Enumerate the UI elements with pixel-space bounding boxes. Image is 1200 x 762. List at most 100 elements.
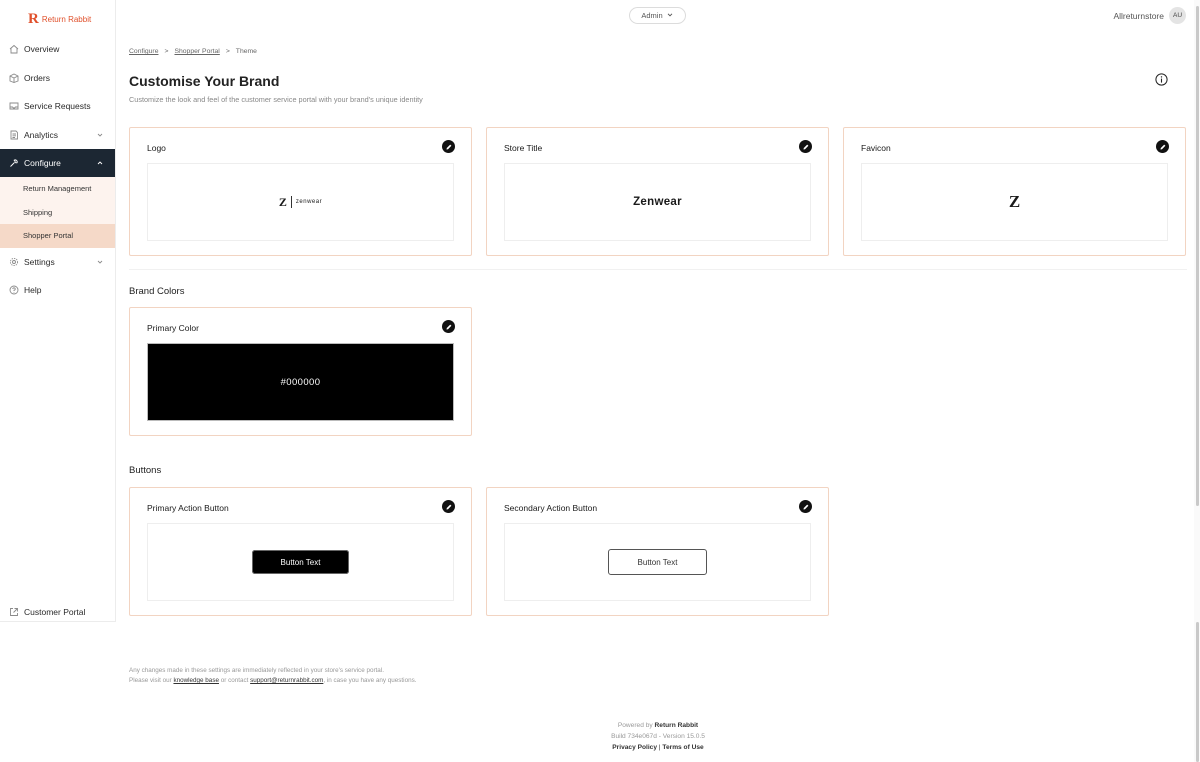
sidebar-nav: Overview Orders Service Requests Analyti…	[0, 35, 115, 305]
favicon-card: Favicon Z	[843, 127, 1186, 256]
powered-by: Powered by Return Rabbit	[560, 721, 756, 732]
page-subtitle: Customize the look and feel of the custo…	[129, 95, 423, 104]
sidebar-item-configure[interactable]: Configure	[0, 149, 115, 177]
edit-primary-color-button[interactable]	[442, 320, 455, 333]
terms-of-use-link[interactable]: Terms of Use	[662, 744, 703, 751]
pencil-icon	[802, 498, 810, 516]
card-title: Secondary Action Button	[504, 503, 598, 513]
breadcrumb-shopper-portal[interactable]: Shopper Portal	[174, 48, 219, 55]
knowledge-base-link[interactable]: knowledge base	[173, 677, 219, 684]
edit-secondary-button-button[interactable]	[799, 500, 812, 513]
scrollbar[interactable]	[1194, 0, 1200, 762]
sidebar-item-settings[interactable]: Settings	[0, 248, 115, 277]
account-menu[interactable]: Allreturnstore AU	[1113, 7, 1186, 24]
page-title: Customise Your Brand	[129, 73, 280, 89]
sidebar-subitem-shipping[interactable]: Shipping	[0, 201, 115, 225]
sidebar-item-help[interactable]: Help	[0, 276, 115, 305]
sidebar-item-label: Orders	[24, 72, 50, 83]
card-title: Logo	[147, 143, 166, 153]
legal-links: Privacy Policy | Terms of Use	[560, 743, 756, 754]
sidebar-item-label: Customer Portal	[24, 607, 86, 618]
sidebar-item-label: Settings	[24, 256, 55, 267]
chevron-down-icon[interactable]	[95, 130, 105, 140]
card-title: Store Title	[504, 143, 543, 153]
home-icon	[8, 44, 19, 55]
edit-favicon-button[interactable]	[1156, 140, 1169, 153]
powered-prefix: Powered by	[617, 722, 653, 729]
sidebar-item-label: Analytics	[24, 129, 59, 140]
sidebar-item-orders[interactable]: Orders	[0, 64, 115, 93]
chevron-down-icon[interactable]	[95, 257, 105, 267]
wrench-icon	[8, 158, 19, 169]
logo-mark: R	[28, 10, 39, 27]
logo-z-mark: Z	[278, 194, 287, 209]
report-icon	[8, 129, 19, 140]
primary-action-button-card: Primary Action Button Button Text	[129, 487, 472, 616]
secondary-action-button-card: Secondary Action Button Button Text	[486, 487, 829, 616]
footnote-text: , in case you have any questions.	[323, 677, 417, 684]
edit-primary-button-button[interactable]	[442, 500, 455, 513]
sidebar-item-service-requests[interactable]: Service Requests	[0, 92, 115, 121]
breadcrumb-theme: Theme	[235, 48, 257, 55]
footnote-text: or contact	[220, 677, 249, 684]
primary-button-preview: Button Text	[147, 523, 454, 601]
scrollbar-thumb[interactable]	[1196, 6, 1199, 506]
breadcrumb: Configure > Shopper Portal > Theme	[129, 48, 257, 55]
edit-store-title-button[interactable]	[799, 140, 812, 153]
brand-colors-heading: Brand Colors	[129, 286, 185, 297]
build-version: Build 734e067d - Version 15.0.5	[611, 732, 705, 740]
box-icon	[8, 72, 19, 83]
pencil-icon	[445, 318, 453, 336]
logo-card: Logo Z zenwear	[129, 127, 472, 256]
inbox-icon	[8, 101, 19, 112]
sidebar-subitem-return-management[interactable]: Return Management	[0, 177, 115, 201]
primary-color-card: Primary Color #000000	[129, 307, 472, 436]
favicon-preview: Z	[861, 163, 1168, 241]
card-title: Primary Action Button	[147, 503, 229, 513]
store-title-card: Store Title Zenwear	[486, 127, 829, 256]
breadcrumb-configure[interactable]: Configure	[129, 48, 158, 55]
support-email-link[interactable]: support@returnrabbit.com	[250, 677, 323, 684]
settings-footnote: Any changes made in these settings are i…	[129, 666, 417, 686]
external-link-icon	[8, 607, 19, 618]
logo-wordmark: zenwear	[295, 199, 323, 205]
buttons-heading: Buttons	[129, 465, 162, 476]
app-logo[interactable]: R Return Rabbit	[0, 0, 115, 30]
avatar[interactable]: AU	[1169, 7, 1186, 24]
logo-name: Return Rabbit	[41, 14, 92, 24]
powered-by-footer: Powered by Return Rabbit Build 734e067d …	[560, 721, 756, 753]
logo-divider	[290, 196, 292, 208]
sidebar-subitem-shopper-portal[interactable]: Shopper Portal	[0, 224, 115, 248]
sidebar-item-analytics[interactable]: Analytics	[0, 121, 115, 150]
footnote-line-2: Please visit our knowledge base or conta…	[129, 676, 417, 686]
sidebar-item-label: Overview	[24, 44, 60, 55]
section-divider	[129, 269, 1187, 270]
chevron-up-icon[interactable]	[95, 158, 105, 168]
privacy-policy-link[interactable]: Privacy Policy	[612, 744, 657, 751]
powered-brand: Return Rabbit	[654, 722, 699, 729]
pencil-icon	[802, 138, 810, 156]
card-title: Primary Color	[147, 323, 199, 333]
logo-preview: Z zenwear	[147, 163, 454, 241]
card-title: Favicon	[861, 143, 891, 153]
sidebar-item-label: Help	[24, 285, 42, 296]
edit-logo-button[interactable]	[442, 140, 455, 153]
pencil-icon	[445, 138, 453, 156]
help-icon	[8, 285, 19, 296]
chevron-down-icon	[666, 11, 674, 21]
sidebar-item-customer-portal[interactable]: Customer Portal	[0, 598, 85, 627]
link-separator: |	[658, 743, 661, 751]
sidebar-item-overview[interactable]: Overview	[0, 35, 115, 64]
info-icon[interactable]	[1155, 73, 1168, 86]
sidebar-item-label: Configure	[24, 158, 61, 168]
primary-button-sample: Button Text	[252, 550, 349, 574]
pencil-icon	[1159, 138, 1167, 156]
configure-submenu: Return Management Shipping Shopper Porta…	[0, 177, 115, 248]
store-title-preview: Zenwear	[504, 163, 811, 241]
role-switcher[interactable]: Admin	[629, 7, 686, 24]
store-name: Allreturnstore	[1113, 10, 1164, 21]
footnote-line-1: Any changes made in these settings are i…	[129, 667, 384, 674]
scrollbar-thumb-secondary[interactable]	[1196, 622, 1199, 762]
secondary-button-preview: Button Text	[504, 523, 811, 601]
favicon-mark: Z	[1008, 192, 1021, 211]
